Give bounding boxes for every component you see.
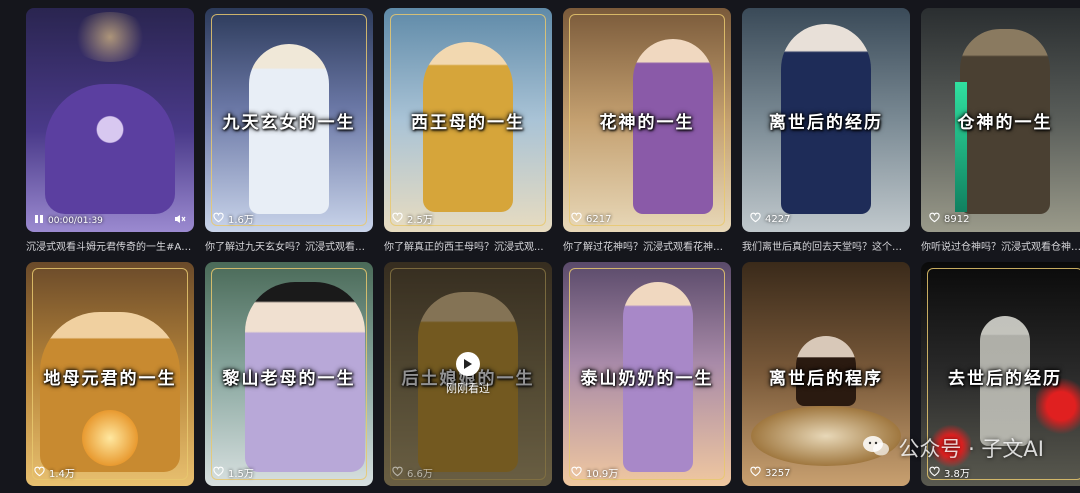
like-count: 4227 [750,212,790,226]
heart-icon [571,466,582,480]
playback-time: 00:00/01:39 [48,215,103,226]
overlay-title: 仓神的一生 [957,113,1053,133]
overlay-title: 西王母的一生 [411,113,525,133]
video-thumbnail[interactable]: 去世后的经历 3.8万 [921,262,1080,486]
green-vine [955,82,967,212]
dining-table [751,406,901,466]
video-card[interactable]: 00:00/01:39 沉浸式观看斗姆元君传奇的一生#AI#... [26,8,194,253]
video-thumbnail[interactable]: 离世后的经历 4227 [742,8,910,232]
video-thumbnail[interactable]: 离世后的程序 3257 [742,262,910,486]
video-card[interactable]: 后土娘娘的一生 刚刚看过 6.6万 [384,262,552,486]
heart-icon [213,466,224,480]
overlay-title: 泰山奶奶的一生 [580,369,714,389]
video-thumbnail[interactable]: 00:00/01:39 [26,8,194,232]
like-count-text: 2.5万 [407,215,433,226]
heart-icon [929,466,940,480]
video-card[interactable]: 黎山老母的一生 1.5万 [205,262,373,486]
video-grid: 00:00/01:39 沉浸式观看斗姆元君传奇的一生#AI#... 九天玄女的一… [0,0,1080,493]
heart-icon [750,466,761,480]
heart-icon [34,466,45,480]
video-thumbnail[interactable]: 地母元君的一生 1.4万 [26,262,194,486]
like-count-text: 6217 [586,213,612,225]
heart-icon [392,466,403,480]
like-count: 6217 [571,212,611,226]
video-thumbnail[interactable]: 九天玄女的一生 1.6万 [205,8,373,232]
video-caption[interactable]: 我们离世后真的回去天堂吗？这个视... [742,238,910,253]
video-card[interactable]: 地母元君的一生 1.4万 [26,262,194,486]
like-count: 3.8万 [929,465,970,480]
overlay-title: 离世后的程序 [769,369,883,389]
video-thumbnail[interactable]: 后土娘娘的一生 刚刚看过 6.6万 [384,262,552,486]
play-icon[interactable] [456,352,480,376]
pause-icon[interactable] [34,214,44,227]
video-card[interactable]: 去世后的经历 3.8万 [921,262,1080,486]
video-card[interactable]: 泰山奶奶的一生 10.9万 [563,262,731,486]
like-count-text: 3.8万 [944,469,970,480]
video-caption[interactable]: 沉浸式观看斗姆元君传奇的一生#AI#... [26,238,194,253]
heart-icon [213,212,224,226]
heart-icon [929,212,940,226]
heart-icon [571,212,582,226]
heart-icon [750,212,761,226]
video-caption[interactable]: 你了解过花神吗？沉浸式观看花神传... [563,238,731,253]
video-card[interactable]: 离世后的程序 3257 [742,262,910,486]
watched-overlay[interactable]: 刚刚看过 [384,262,552,486]
glowing-orb [82,410,138,466]
heart-icon [392,212,403,226]
overlay-title: 离世后的经历 [769,113,883,133]
like-count: 3257 [750,466,790,480]
like-count: 1.4万 [34,465,75,480]
like-count-text: 1.4万 [49,469,75,480]
overlay-title: 花神的一生 [599,113,695,133]
video-caption[interactable]: 你了解过九天玄女吗？沉浸式观看九... [205,238,373,253]
video-card[interactable]: 九天玄女的一生 1.6万 你了解过九天玄女吗？沉浸式观看九... [205,8,373,253]
watched-label: 刚刚看过 [446,382,490,395]
video-thumbnail[interactable]: 泰山奶奶的一生 10.9万 [563,262,731,486]
like-count: 8912 [929,212,969,226]
like-count-text: 6.6万 [407,469,433,480]
video-thumbnail[interactable]: 西王母的一生 2.5万 [384,8,552,232]
video-card[interactable]: 仓神的一生 8912 你听说过仓神吗？沉浸式观看仓神传... [921,8,1080,253]
like-count-text: 8912 [944,213,970,225]
overlay-title: 去世后的经历 [948,369,1062,389]
like-count-text: 1.5万 [228,469,254,480]
like-count-text: 1.6万 [228,215,254,226]
video-thumbnail[interactable]: 仓神的一生 8912 [921,8,1080,232]
like-count-text: 10.9万 [586,469,619,480]
overlay-title: 黎山老母的一生 [222,369,356,389]
like-count: 6.6万 [392,465,433,480]
like-count: 2.5万 [392,211,433,226]
video-thumbnail[interactable]: 花神的一生 6217 [563,8,731,232]
like-count: 1.5万 [213,465,254,480]
overlay-title: 九天玄女的一生 [222,113,356,133]
figure-silhouette [45,84,175,214]
video-thumbnail[interactable]: 黎山老母的一生 1.5万 [205,262,373,486]
like-count: 1.6万 [213,211,254,226]
video-card[interactable]: 离世后的经历 4227 我们离世后真的回去天堂吗？这个视... [742,8,910,253]
overlay-title: 地母元君的一生 [43,369,177,389]
mute-icon[interactable] [174,214,186,227]
video-card[interactable]: 西王母的一生 2.5万 你了解真正的西王母吗？沉浸式观... [384,8,552,253]
like-count-text: 3257 [765,467,791,479]
video-caption[interactable]: 你听说过仓神吗？沉浸式观看仓神传... [921,238,1080,253]
like-count-text: 4227 [765,213,791,225]
halo [70,12,150,62]
like-count: 10.9万 [571,465,618,480]
video-caption[interactable]: 你了解真正的西王母吗？沉浸式观... [384,238,552,253]
video-card[interactable]: 花神的一生 6217 你了解过花神吗？沉浸式观看花神传... [563,8,731,253]
player-controls[interactable]: 00:00/01:39 [34,214,186,227]
